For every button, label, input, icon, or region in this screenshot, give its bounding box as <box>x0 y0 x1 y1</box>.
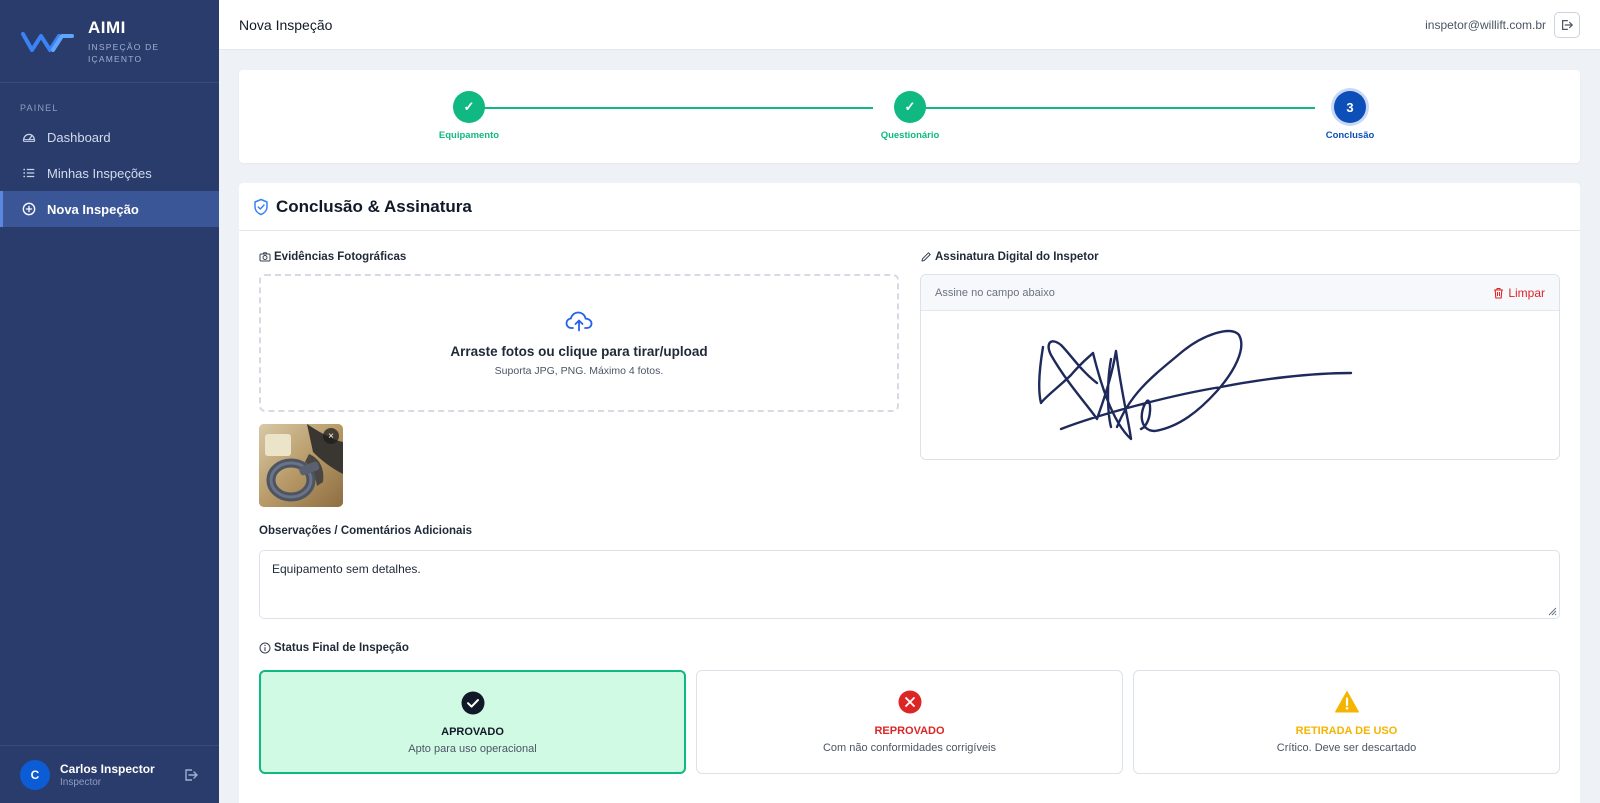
step-conclusao[interactable]: 3 Conclusão <box>1300 91 1400 141</box>
camera-icon <box>259 252 271 262</box>
resize-grip-icon[interactable] <box>1547 606 1557 616</box>
step-label: Questionário <box>880 130 940 141</box>
brand-subtitle: INSPEÇÃO DE IÇAMENTO <box>88 41 160 64</box>
stepper: ✓ Equipamento ✓ Questionário 3 Conclusão <box>239 70 1580 163</box>
brand-logo-icon <box>21 32 74 52</box>
dropzone-title: Arraste fotos ou clique para tirar/uploa… <box>450 343 708 359</box>
conclusion-card: Conclusão & Assinatura Evidências Fotogr… <box>239 183 1580 803</box>
pen-icon <box>921 252 931 262</box>
sidebar-item-label: Nova Inspeção <box>47 201 139 217</box>
user-profile: C Carlos Inspector Inspector <box>0 745 219 803</box>
signature-pad: Assine no campo abaixo Limpar <box>920 274 1560 460</box>
dropzone-subtitle: Suporta JPG, PNG. Máximo 4 fotos. <box>494 364 664 377</box>
status-title: REPROVADO <box>874 725 945 737</box>
step-check-icon: ✓ <box>894 91 926 123</box>
step-check-icon: ✓ <box>453 91 485 123</box>
photos-section-label: Evidências Fotográficas <box>259 251 406 263</box>
sidebar-item-my-inspections[interactable]: Minhas Inspeções <box>0 155 219 191</box>
signature-hint: Assine no campo abaixo <box>935 286 1055 299</box>
user-name: Carlos Inspector <box>60 761 155 776</box>
status-title: APROVADO <box>441 726 504 738</box>
status-label: Status Final de Inspeção <box>274 642 409 654</box>
status-title: RETIRADA DE USO <box>1295 725 1398 737</box>
observations-label: Observações / Comentários Adicionais <box>259 525 472 537</box>
step-number: 3 <box>1334 91 1366 123</box>
x-circle-icon <box>898 690 921 714</box>
photo-thumbnail[interactable]: × <box>259 424 343 507</box>
sidebar-item-label: Dashboard <box>47 129 111 145</box>
check-circle-icon <box>461 691 484 715</box>
avatar[interactable]: C <box>20 759 50 790</box>
list-icon <box>23 168 35 178</box>
logout-button[interactable] <box>1554 11 1580 38</box>
clear-signature-button[interactable]: Limpar <box>1493 286 1545 300</box>
top-bar: Nova Inspeção inspetor@willift.com.br <box>219 0 1600 50</box>
step-label: Conclusão <box>1325 130 1375 141</box>
logout-icon <box>1562 19 1573 30</box>
trash-icon <box>1494 287 1504 299</box>
status-description: Crítico. Deve ser descartado <box>1276 742 1417 754</box>
brand[interactable]: AIMI INSPEÇÃO DE IÇAMENTO <box>0 0 219 83</box>
info-icon <box>259 642 271 654</box>
photos-label: Evidências Fotográficas <box>274 251 407 263</box>
logout-icon[interactable] <box>183 767 199 783</box>
step-questionario[interactable]: ✓ Questionário <box>860 91 960 141</box>
status-option-retirada[interactable]: RETIRADA DE USO Crítico. Deve ser descar… <box>1133 670 1560 774</box>
clear-label: Limpar <box>1508 285 1545 300</box>
step-equipamento[interactable]: ✓ Equipamento <box>419 91 519 141</box>
signature-section-label: Assinatura Digital do Inspetor <box>920 251 1099 263</box>
page-title: Nova Inspeção <box>239 16 333 33</box>
step-connector <box>911 107 1315 109</box>
status-description: Com não conformidades corrigíveis <box>822 742 997 754</box>
brand-name: AIMI <box>88 17 126 37</box>
sidebar: AIMI INSPEÇÃO DE IÇAMENTO PAINEL Dashboa… <box>0 0 219 803</box>
sidebar-item-label: Minhas Inspeções <box>47 165 152 181</box>
remove-photo-button[interactable]: × <box>323 428 339 444</box>
user-email: inspetor@willift.com.br <box>1425 17 1546 32</box>
shield-check-icon <box>254 198 268 215</box>
cloud-upload-icon <box>565 311 593 331</box>
card-title: Conclusão & Assinatura <box>276 196 472 216</box>
plus-circle-icon <box>22 202 36 216</box>
sidebar-item-dashboard[interactable]: Dashboard <box>0 119 219 155</box>
signature-canvas[interactable] <box>921 311 1560 460</box>
observations-textarea[interactable]: Equipamento sem detalhes. <box>259 550 1560 619</box>
status-option-reprovado[interactable]: REPROVADO Com não conformidades corrigív… <box>696 670 1123 774</box>
nav-section-label: PAINEL <box>20 103 59 113</box>
signature-label: Assinatura Digital do Inspetor <box>935 251 1099 263</box>
observations-label-text: Observações / Comentários Adicionais <box>259 525 473 537</box>
status-description: Apto para uso operacional <box>408 743 537 755</box>
warning-triangle-icon <box>1334 691 1359 713</box>
sidebar-item-new-inspection[interactable]: Nova Inspeção <box>0 191 219 227</box>
observations-value: Equipamento sem detalhes. <box>272 562 421 576</box>
step-label: Equipamento <box>438 130 500 141</box>
gauge-icon <box>22 133 36 142</box>
status-section-label: Status Final de Inspeção <box>259 642 409 654</box>
user-role: Inspector <box>60 776 102 788</box>
photo-dropzone[interactable]: Arraste fotos ou clique para tirar/uploa… <box>259 274 899 412</box>
status-option-aprovado[interactable]: APROVADO Apto para uso operacional <box>259 670 686 774</box>
step-connector <box>469 107 873 109</box>
